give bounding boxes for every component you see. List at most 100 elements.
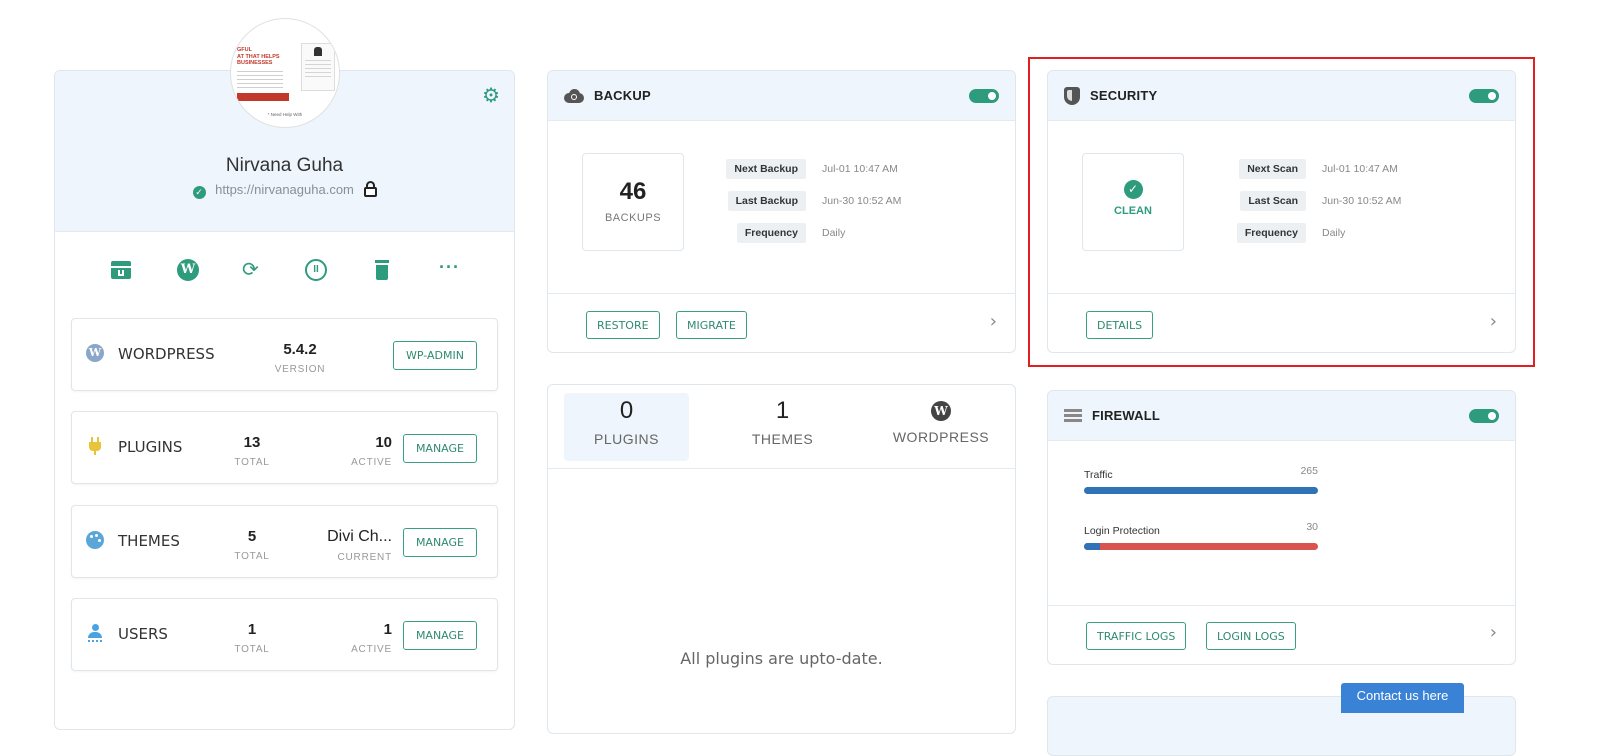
updates-message: All plugins are upto-date. bbox=[680, 649, 883, 668]
backup-details: Next Backup Jul-01 10:47 AM Last Backup … bbox=[716, 159, 976, 255]
updates-card: 0 PLUGINS 1 THEMES W WORDPRESS All plugi… bbox=[547, 384, 1016, 734]
cloud-backup-icon bbox=[564, 88, 584, 103]
total-value: 1 bbox=[247, 621, 257, 638]
firewall-brick-icon bbox=[1064, 408, 1082, 423]
row-label: WORDPRESS bbox=[118, 345, 215, 363]
site-name: Nirvana Guha bbox=[225, 155, 344, 176]
chevron-right-icon[interactable]: › bbox=[1490, 622, 1497, 643]
backup-count-box: 46 BACKUPS bbox=[582, 153, 684, 251]
detail-label: Next Backup bbox=[726, 159, 806, 179]
total-stat: 5 TOTAL bbox=[222, 528, 282, 562]
wordpress-icon[interactable]: W bbox=[177, 259, 199, 281]
themes-row: THEMES 5 TOTAL Divi Ch... CURRENT MANAGE bbox=[71, 505, 498, 578]
lock-icon bbox=[363, 181, 377, 197]
thumbnail-caption: * Need Help With bbox=[267, 112, 303, 117]
active-stat: 1 ACTIVE bbox=[312, 621, 392, 655]
metric-value: 30 bbox=[1306, 521, 1318, 533]
total-stat: 13 TOTAL bbox=[222, 434, 282, 468]
version-stat: 5.4.2 VERSION bbox=[255, 341, 345, 375]
plugins-row: PLUGINS 13 TOTAL 10 ACTIVE MANAGE bbox=[71, 411, 498, 484]
more-options-icon[interactable]: ··· bbox=[439, 257, 460, 278]
backup-card: BACKUP 46 BACKUPS Next Backup Jul-01 10:… bbox=[547, 70, 1016, 353]
tab-label: WORDPRESS bbox=[892, 429, 990, 445]
total-value: 5 bbox=[247, 528, 257, 545]
detail-value: Daily bbox=[822, 227, 846, 239]
backup-header: BACKUP bbox=[548, 71, 1015, 121]
site-url-link[interactable]: https://nirvanaguha.com bbox=[215, 182, 354, 197]
active-stat: 10 ACTIVE bbox=[312, 434, 392, 468]
active-label: ACTIVE bbox=[351, 457, 392, 468]
traffic-logs-button[interactable]: TRAFFIC LOGS bbox=[1086, 622, 1187, 650]
migrate-button[interactable]: MIGRATE bbox=[676, 311, 747, 339]
current-theme-stat: Divi Ch... CURRENT bbox=[294, 528, 392, 563]
active-value: 1 bbox=[383, 621, 392, 638]
detail-value: Jun-30 10:52 AM bbox=[822, 195, 902, 207]
active-label: ACTIVE bbox=[351, 644, 392, 655]
archive-icon[interactable] bbox=[111, 261, 131, 279]
detail-label: Last Backup bbox=[727, 191, 806, 211]
thumbnail-headline: GFUL AT THAT HELPS BUSINESSES bbox=[237, 47, 280, 66]
firewall-card: FIREWALL Traffic 265 Login Protection 30… bbox=[1047, 390, 1516, 665]
palette-icon bbox=[86, 531, 104, 549]
metric-value: 265 bbox=[1300, 465, 1318, 477]
row-label: USERS bbox=[118, 625, 168, 643]
firewall-footer: TRAFFIC LOGS LOGIN LOGS › bbox=[1048, 605, 1515, 664]
row-label: THEMES bbox=[118, 532, 180, 550]
total-label: TOTAL bbox=[234, 457, 270, 468]
detail-row: Next Backup Jul-01 10:47 AM bbox=[716, 159, 976, 191]
traffic-metric: Traffic 265 bbox=[1084, 465, 1318, 494]
total-label: TOTAL bbox=[234, 551, 270, 562]
current-theme-value: Divi Ch... bbox=[327, 528, 392, 545]
tab-plugins[interactable]: 0 PLUGINS bbox=[564, 393, 689, 461]
wordpress-icon: W bbox=[931, 401, 951, 421]
total-value: 13 bbox=[243, 434, 261, 451]
restore-button[interactable]: RESTORE bbox=[586, 311, 660, 339]
metric-label: Login Protection bbox=[1084, 525, 1160, 537]
detail-label: Frequency bbox=[736, 223, 806, 243]
backup-count-label: BACKUPS bbox=[604, 212, 662, 224]
manage-themes-button[interactable]: MANAGE bbox=[402, 528, 477, 557]
plug-icon bbox=[89, 437, 101, 455]
users-row: USERS 1 TOTAL 1 ACTIVE MANAGE bbox=[71, 598, 498, 671]
tab-count: 0 bbox=[619, 397, 634, 424]
active-value: 10 bbox=[375, 434, 392, 451]
firewall-title: FIREWALL bbox=[1092, 408, 1161, 423]
user-icon bbox=[88, 624, 102, 642]
settings-gear-icon[interactable]: ⚙ bbox=[482, 83, 500, 107]
manage-plugins-button[interactable]: MANAGE bbox=[402, 434, 477, 463]
total-label: TOTAL bbox=[234, 644, 270, 655]
firewall-toggle[interactable] bbox=[1469, 409, 1499, 423]
sync-icon[interactable]: ⟳ bbox=[242, 257, 259, 281]
firewall-header: FIREWALL bbox=[1048, 391, 1515, 441]
backup-toggle[interactable] bbox=[969, 89, 999, 103]
detail-row: Frequency Daily bbox=[716, 223, 976, 255]
traffic-bar bbox=[1084, 487, 1318, 494]
delete-icon[interactable] bbox=[375, 260, 389, 280]
pause-icon[interactable]: II bbox=[305, 259, 327, 281]
login-protection-bar-fill bbox=[1084, 543, 1101, 550]
wordpress-logo-icon: W bbox=[86, 344, 104, 362]
backup-count: 46 bbox=[619, 178, 647, 205]
version-label: VERSION bbox=[274, 364, 326, 375]
detail-value: Jul-01 10:47 AM bbox=[822, 163, 898, 175]
login-protection-bar bbox=[1084, 543, 1318, 550]
chevron-right-icon[interactable]: › bbox=[990, 311, 997, 332]
total-stat: 1 TOTAL bbox=[222, 621, 282, 655]
contact-us-button[interactable]: Contact us here bbox=[1341, 683, 1464, 713]
login-protection-metric: Login Protection 30 bbox=[1084, 521, 1318, 550]
detail-row: Last Backup Jun-30 10:52 AM bbox=[716, 191, 976, 223]
tab-wordpress[interactable]: W WORDPRESS bbox=[876, 393, 1006, 461]
backup-footer: RESTORE MIGRATE › bbox=[548, 293, 1015, 352]
tab-label: PLUGINS bbox=[594, 431, 659, 447]
current-theme-label: CURRENT bbox=[337, 552, 392, 563]
highlight-box bbox=[1028, 57, 1535, 367]
wp-admin-button[interactable]: WP-ADMIN bbox=[393, 341, 477, 370]
tab-label: THEMES bbox=[751, 431, 814, 447]
manage-users-button[interactable]: MANAGE bbox=[402, 621, 477, 650]
site-thumbnail: GFUL AT THAT HELPS BUSINESSES * Need Hel… bbox=[230, 18, 340, 128]
tab-themes[interactable]: 1 THEMES bbox=[720, 393, 845, 461]
login-logs-button[interactable]: LOGIN LOGS bbox=[1206, 622, 1296, 650]
site-url-row: ✓ https://nirvanaguha.com bbox=[55, 181, 514, 199]
traffic-bar-fill bbox=[1084, 487, 1318, 494]
tab-count: 1 bbox=[775, 397, 790, 424]
